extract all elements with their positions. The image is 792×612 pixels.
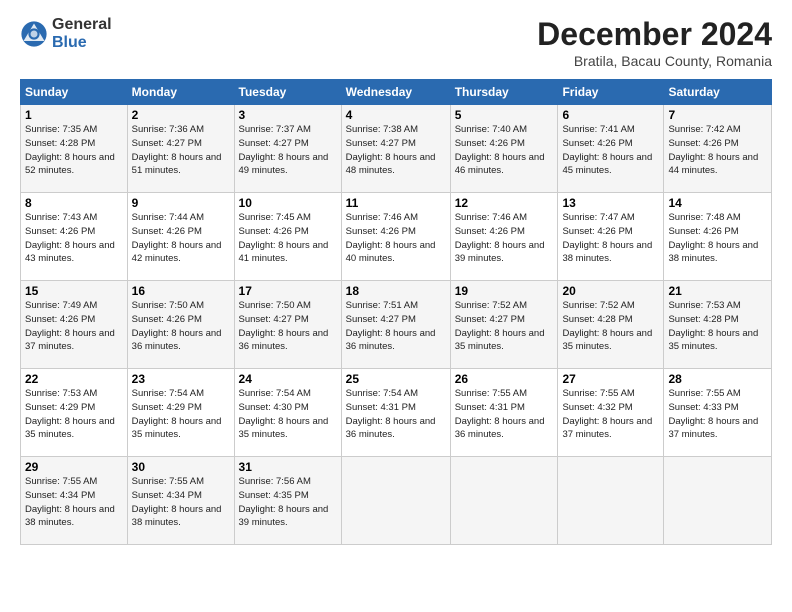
logo-icon: [20, 20, 48, 48]
day-5: 5 Sunrise: 7:40 AMSunset: 4:26 PMDayligh…: [450, 105, 558, 193]
day-23: 23 Sunrise: 7:54 AMSunset: 4:29 PMDaylig…: [127, 369, 234, 457]
location-subtitle: Bratila, Bacau County, Romania: [537, 53, 772, 69]
day-19: 19 Sunrise: 7:52 AMSunset: 4:27 PMDaylig…: [450, 281, 558, 369]
week-row-3: 15 Sunrise: 7:49 AMSunset: 4:26 PMDaylig…: [21, 281, 772, 369]
day-29: 29 Sunrise: 7:55 AMSunset: 4:34 PMDaylig…: [21, 457, 128, 545]
empty-cell-1: [341, 457, 450, 545]
day-30: 30 Sunrise: 7:55 AMSunset: 4:34 PMDaylig…: [127, 457, 234, 545]
header: General Blue December 2024 Bratila, Baca…: [20, 16, 772, 69]
day-10: 10 Sunrise: 7:45 AMSunset: 4:26 PMDaylig…: [234, 193, 341, 281]
day-20: 20 Sunrise: 7:52 AMSunset: 4:28 PMDaylig…: [558, 281, 664, 369]
day-2: 2 Sunrise: 7:36 AMSunset: 4:27 PMDayligh…: [127, 105, 234, 193]
calendar-table: Sunday Monday Tuesday Wednesday Thursday…: [20, 79, 772, 545]
logo-blue: Blue: [52, 34, 112, 52]
day-11: 11 Sunrise: 7:46 AMSunset: 4:26 PMDaylig…: [341, 193, 450, 281]
day-25: 25 Sunrise: 7:54 AMSunset: 4:31 PMDaylig…: [341, 369, 450, 457]
day-13: 13 Sunrise: 7:47 AMSunset: 4:26 PMDaylig…: [558, 193, 664, 281]
col-tuesday: Tuesday: [234, 80, 341, 105]
day-22: 22 Sunrise: 7:53 AMSunset: 4:29 PMDaylig…: [21, 369, 128, 457]
day-16: 16 Sunrise: 7:50 AMSunset: 4:26 PMDaylig…: [127, 281, 234, 369]
col-wednesday: Wednesday: [341, 80, 450, 105]
logo-general: General: [52, 16, 112, 34]
header-row: Sunday Monday Tuesday Wednesday Thursday…: [21, 80, 772, 105]
day-27: 27 Sunrise: 7:55 AMSunset: 4:32 PMDaylig…: [558, 369, 664, 457]
day-17: 17 Sunrise: 7:50 AMSunset: 4:27 PMDaylig…: [234, 281, 341, 369]
col-thursday: Thursday: [450, 80, 558, 105]
day-31: 31 Sunrise: 7:56 AMSunset: 4:35 PMDaylig…: [234, 457, 341, 545]
col-saturday: Saturday: [664, 80, 772, 105]
day-8: 8 Sunrise: 7:43 AMSunset: 4:26 PMDayligh…: [21, 193, 128, 281]
page: General Blue December 2024 Bratila, Baca…: [0, 0, 792, 612]
day-4: 4 Sunrise: 7:38 AMSunset: 4:27 PMDayligh…: [341, 105, 450, 193]
day-6: 6 Sunrise: 7:41 AMSunset: 4:26 PMDayligh…: [558, 105, 664, 193]
col-friday: Friday: [558, 80, 664, 105]
empty-cell-4: [664, 457, 772, 545]
day-24: 24 Sunrise: 7:54 AMSunset: 4:30 PMDaylig…: [234, 369, 341, 457]
day-28: 28 Sunrise: 7:55 AMSunset: 4:33 PMDaylig…: [664, 369, 772, 457]
month-title: December 2024: [537, 16, 772, 53]
day-15: 15 Sunrise: 7:49 AMSunset: 4:26 PMDaylig…: [21, 281, 128, 369]
week-row-2: 8 Sunrise: 7:43 AMSunset: 4:26 PMDayligh…: [21, 193, 772, 281]
empty-cell-2: [450, 457, 558, 545]
logo: General Blue: [20, 16, 112, 51]
day-26: 26 Sunrise: 7:55 AMSunset: 4:31 PMDaylig…: [450, 369, 558, 457]
day-3: 3 Sunrise: 7:37 AMSunset: 4:27 PMDayligh…: [234, 105, 341, 193]
day-21: 21 Sunrise: 7:53 AMSunset: 4:28 PMDaylig…: [664, 281, 772, 369]
day-7: 7 Sunrise: 7:42 AMSunset: 4:26 PMDayligh…: [664, 105, 772, 193]
day-14: 14 Sunrise: 7:48 AMSunset: 4:26 PMDaylig…: [664, 193, 772, 281]
empty-cell-3: [558, 457, 664, 545]
col-sunday: Sunday: [21, 80, 128, 105]
day-18: 18 Sunrise: 7:51 AMSunset: 4:27 PMDaylig…: [341, 281, 450, 369]
week-row-5: 29 Sunrise: 7:55 AMSunset: 4:34 PMDaylig…: [21, 457, 772, 545]
day-12: 12 Sunrise: 7:46 AMSunset: 4:26 PMDaylig…: [450, 193, 558, 281]
title-block: December 2024 Bratila, Bacau County, Rom…: [537, 16, 772, 69]
week-row-1: 1 Sunrise: 7:35 AMSunset: 4:28 PMDayligh…: [21, 105, 772, 193]
logo-text: General Blue: [52, 16, 112, 51]
week-row-4: 22 Sunrise: 7:53 AMSunset: 4:29 PMDaylig…: [21, 369, 772, 457]
day-9: 9 Sunrise: 7:44 AMSunset: 4:26 PMDayligh…: [127, 193, 234, 281]
col-monday: Monday: [127, 80, 234, 105]
day-1: 1 Sunrise: 7:35 AMSunset: 4:28 PMDayligh…: [21, 105, 128, 193]
